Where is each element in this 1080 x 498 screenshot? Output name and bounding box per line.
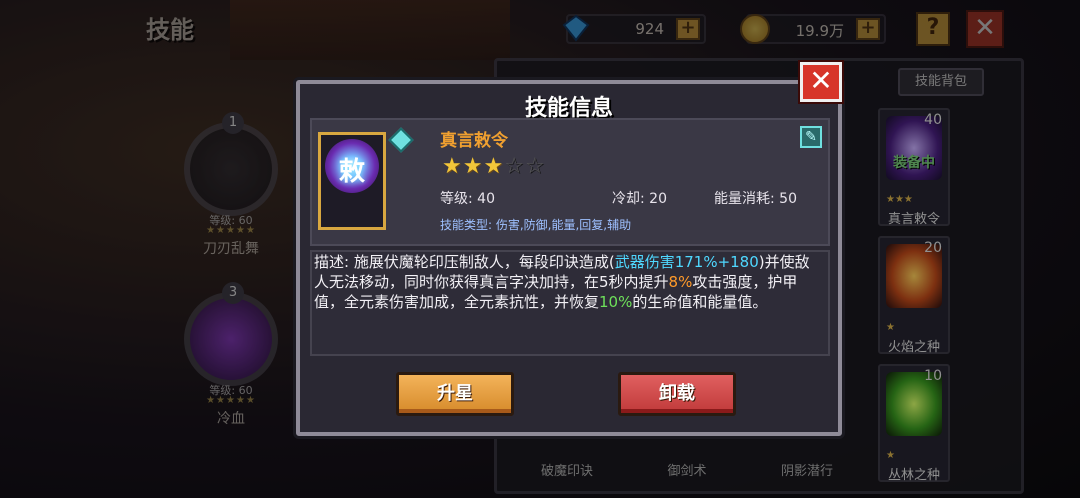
skill-description: 描述: 施展伏魔轮印压制敌人，每段印诀造成(武器伤害171%+180)并使敌人无… xyxy=(314,252,816,312)
skill-glyph: 敕 xyxy=(338,157,365,187)
unequip-button[interactable]: 卸载 xyxy=(618,372,736,416)
desc-text: 描述: 施展伏魔轮印压制敌人，每段印诀造成( xyxy=(314,253,615,271)
skill-icon-frame: 敕 xyxy=(318,132,386,230)
skill-level: 等级: 40 xyxy=(440,191,495,207)
edit-pencil-icon[interactable]: ✎ xyxy=(800,126,822,148)
skill-energy-cost: 能量消耗: 50 xyxy=(714,191,797,207)
star-empty-icon: ☆ xyxy=(524,154,546,179)
star-filled-icon: ★ xyxy=(462,154,484,179)
star-filled-icon: ★ xyxy=(483,154,505,179)
desc-buff-highlight: 8% xyxy=(668,273,693,291)
skill-type: 技能类型: 伤害,防御,能量,回复,辅助 xyxy=(440,218,632,232)
skill-name: 真言敕令 xyxy=(440,131,508,151)
star-filled-icon: ★ xyxy=(442,154,463,179)
dialog-close-button[interactable]: ✕ xyxy=(800,62,842,102)
upgrade-star-button[interactable]: 升星 xyxy=(396,372,514,416)
skill-star-rating: ★★★☆☆ xyxy=(442,154,546,179)
star-empty-icon: ☆ xyxy=(504,154,525,179)
desc-heal-highlight: 10% xyxy=(599,293,633,311)
desc-damage-highlight: 武器伤害171%+180 xyxy=(614,253,759,271)
desc-text: 的生命值和能量值。 xyxy=(632,293,768,311)
skill-cooldown: 冷却: 20 xyxy=(612,191,667,207)
